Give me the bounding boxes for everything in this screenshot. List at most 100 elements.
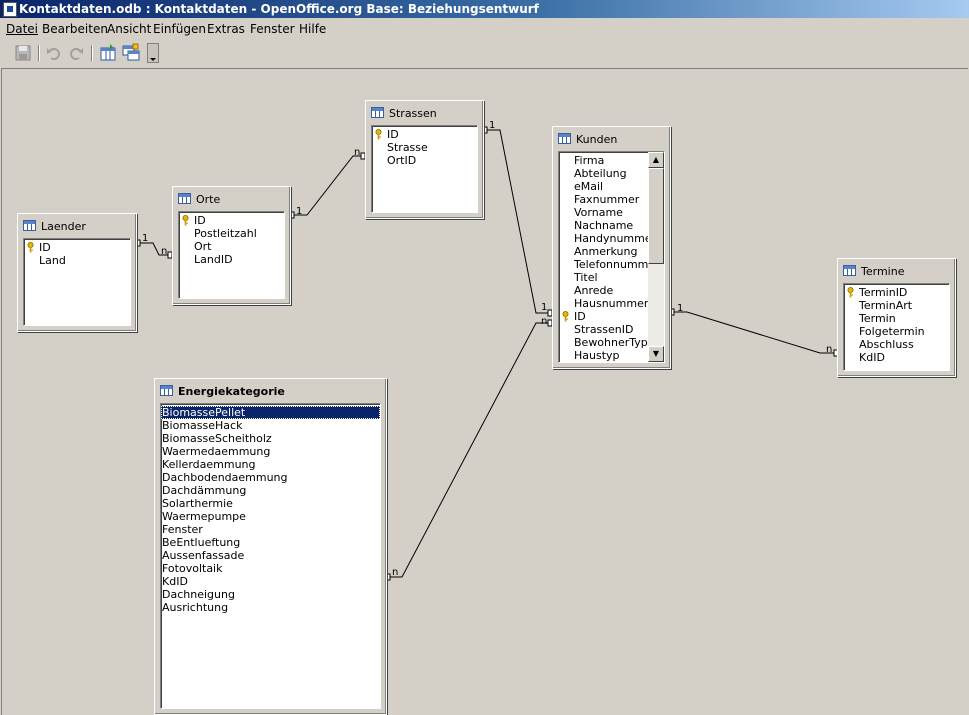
vertical-scrollbar[interactable]: ▲ ▼	[648, 152, 664, 362]
menu-einfuegen[interactable]: Einfügen	[153, 22, 206, 36]
field-item[interactable]: ID	[372, 128, 477, 141]
field-item[interactable]: BiomasseScheitholz	[161, 432, 380, 445]
menu-einfuegen-label: Einfügen	[153, 22, 206, 36]
field-name: Nachname	[574, 219, 634, 232]
table-window-termine[interactable]: Termine TerminID TerminArt Termin Folgeterm…	[837, 258, 956, 377]
primary-key-icon	[562, 311, 569, 322]
primary-key-icon	[375, 129, 382, 140]
menu-hilfe[interactable]: Hilfe	[299, 22, 326, 36]
field-list[interactable]: BiomassePellet BiomasseHack BiomasseScheit…	[160, 403, 381, 709]
field-item[interactable]: Kellerdaemmung	[161, 458, 380, 471]
new-relation-icon[interactable]	[98, 43, 118, 63]
menubar: Datei Bearbeiten Ansicht Einfügen Extras…	[0, 20, 969, 39]
field-list[interactable]: ID Land	[23, 238, 131, 326]
field-item[interactable]: ID	[24, 241, 130, 254]
table-icon	[23, 220, 36, 231]
redo-icon[interactable]	[66, 43, 86, 63]
cardinality-many-label: n	[354, 147, 361, 158]
field-item[interactable]: Aussenfassade	[161, 549, 380, 562]
table-window-header[interactable]: Kunden	[556, 130, 667, 150]
scroll-down-icon[interactable]: ▼	[648, 346, 664, 362]
menu-extras[interactable]: Extras	[207, 22, 245, 36]
field-list[interactable]: Firma Abteilung eMail Faxnummer Vorname Nachn…	[558, 151, 665, 363]
field-item[interactable]: Termin	[844, 312, 949, 325]
field-item[interactable]: Dachneigung	[161, 588, 380, 601]
field-item[interactable]: TerminArt	[844, 299, 949, 312]
field-item[interactable]: Postleitzahl	[179, 227, 284, 240]
field-name: ID	[194, 214, 206, 227]
menu-fenster-label: Fenster	[250, 22, 295, 36]
field-item[interactable]: Abschluss	[844, 338, 949, 351]
field-item[interactable]: Strasse	[372, 141, 477, 154]
field-name: OrtID	[387, 154, 417, 167]
field-item[interactable]: Fenster	[161, 523, 380, 536]
table-title: Energiekategorie	[178, 385, 285, 398]
field-item[interactable]: Ort	[179, 240, 284, 253]
table-icon	[371, 107, 384, 118]
field-item[interactable]: KdID	[844, 351, 949, 364]
field-item[interactable]: ID	[179, 214, 284, 227]
field-item[interactable]: Land	[24, 254, 130, 267]
table-icon	[843, 265, 856, 276]
menu-bearbeiten[interactable]: Bearbeiten	[42, 22, 108, 36]
table-title: Laender	[41, 220, 86, 233]
field-item[interactable]: OrtID	[372, 154, 477, 167]
menu-datei-label: Datei	[6, 22, 39, 36]
cardinality-one-label: 1	[541, 302, 548, 313]
field-name: Strasse	[387, 141, 428, 154]
field-name: Aussenfassade	[162, 549, 245, 562]
field-item[interactable]: Waermepumpe	[161, 510, 380, 523]
save-icon[interactable]	[13, 43, 33, 63]
table-window-energiekategorie[interactable]: Energiekategorie BiomassePellet BiomasseH…	[154, 378, 387, 715]
table-window-header[interactable]: Laender	[21, 217, 133, 237]
scroll-up-icon[interactable]: ▲	[648, 152, 664, 168]
menu-datei[interactable]: Datei	[6, 22, 38, 36]
field-name: Telefonnummer	[574, 258, 660, 271]
field-name: Dachneigung	[162, 588, 235, 601]
field-list[interactable]: ID Strasse OrtID	[371, 125, 478, 213]
add-tables-icon[interactable]	[121, 43, 141, 63]
table-title: Kunden	[576, 133, 618, 146]
field-item[interactable]: BiomasseHack	[161, 419, 380, 432]
field-name: BiomasseScheitholz	[162, 432, 272, 445]
field-item[interactable]: LandID	[179, 253, 284, 266]
field-item[interactable]: BiomassePellet	[161, 406, 380, 419]
table-window-orte[interactable]: Orte ID Postleitzahl Ort LandID	[172, 186, 291, 305]
table-window-header[interactable]: Orte	[176, 190, 287, 210]
field-item[interactable]: Waermedaemmung	[161, 445, 380, 458]
field-name: BeEntlueftung	[162, 536, 241, 549]
field-name: KdID	[859, 351, 885, 364]
table-window-header[interactable]: Energiekategorie	[158, 382, 383, 402]
scroll-thumb[interactable]	[648, 168, 664, 264]
table-window-strassen[interactable]: Strassen ID Strasse OrtID	[365, 100, 484, 219]
cardinality-one-label: 1	[296, 206, 303, 217]
field-list[interactable]: ID Postleitzahl Ort LandID	[178, 211, 285, 299]
field-item[interactable]: BeEntlueftung	[161, 536, 380, 549]
field-item[interactable]: Folgetermin	[844, 325, 949, 338]
menu-bearbeiten-label: Bearbeiten	[42, 22, 108, 36]
table-title: Orte	[196, 193, 221, 206]
table-window-header[interactable]: Termine	[841, 262, 952, 282]
field-item[interactable]: Dachdämmung	[161, 484, 380, 497]
field-name: BiomasseHack	[162, 419, 243, 432]
menu-ansicht[interactable]: Ansicht	[107, 22, 151, 36]
undo-icon[interactable]	[44, 43, 64, 63]
field-item[interactable]: KdID	[161, 575, 380, 588]
menu-fenster[interactable]: Fenster	[250, 22, 295, 36]
table-window-kunden[interactable]: Kunden Firma Abteilung eMail Faxnummer Vorna…	[552, 126, 671, 369]
field-name: Hausnummer	[574, 297, 649, 310]
toolbar-separator	[91, 45, 93, 61]
field-item[interactable]: Ausrichtung	[161, 601, 380, 614]
table-icon	[160, 385, 173, 396]
field-name: Ausrichtung	[162, 601, 229, 614]
table-window-header[interactable]: Strassen	[369, 104, 480, 124]
field-item[interactable]: Dachbodendaemmung	[161, 471, 380, 484]
app-icon	[3, 2, 17, 17]
table-window-laender[interactable]: Laender ID Land	[17, 213, 137, 332]
field-item[interactable]: TerminID	[844, 286, 949, 299]
field-item[interactable]: Fotovoltaik	[161, 562, 380, 575]
more-icon[interactable]	[147, 43, 159, 63]
field-name: Anmerkung	[574, 245, 638, 258]
field-item[interactable]: Solarthermie	[161, 497, 380, 510]
field-list[interactable]: TerminID TerminArt Termin Folgetermin Abschl…	[843, 283, 950, 371]
